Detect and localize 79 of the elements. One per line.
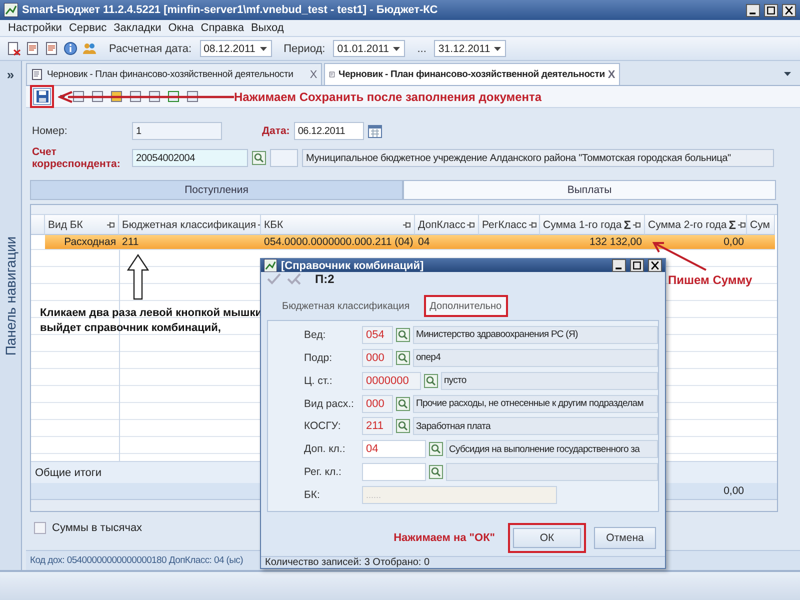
menu-item[interactable]: Справка	[200, 22, 244, 34]
document-tab[interactable]: Черновик - План финансово-хозяйственной деятельности X	[324, 63, 620, 85]
description-field: Министерство здравоохранения РС (Я)	[413, 326, 658, 344]
field-label: Подр:	[303, 352, 334, 364]
menu-item[interactable]: Закладки	[114, 22, 162, 34]
menu-item[interactable]: Сервис	[68, 22, 107, 34]
description-field: Прочие расходы, не отнесенные к другим подразделам	[413, 394, 658, 413]
column-header[interactable]: Вид БК	[45, 215, 119, 235]
number-label: Номер:	[32, 125, 68, 137]
field-label: Рег. кл.:	[303, 466, 342, 478]
column-header[interactable]: Сум	[747, 215, 775, 235]
code-field: ......	[362, 486, 557, 504]
description-field: Заработная плата	[413, 417, 658, 436]
field-label: Вед:	[303, 328, 327, 341]
period-separator: ...	[417, 42, 426, 54]
period-start-field[interactable]: 01.01.2011	[333, 40, 406, 57]
instruction-text: Кликаем два раза левой кнопкой мышки выйдет справочник комбинаций,	[40, 306, 263, 336]
dialog-tab[interactable]: Дополнительно	[424, 295, 508, 317]
expand-button[interactable]: »	[6, 67, 14, 82]
section-tab[interactable]: Поступления	[30, 180, 403, 200]
column-header[interactable]: Бюджетная классификация	[119, 215, 261, 235]
menu-item[interactable]: Настройки	[8, 22, 62, 34]
table-cell: 132 132,00	[540, 235, 645, 250]
table-cell: 0,00	[645, 235, 747, 250]
document-tab[interactable]: Черновик - План финансово-хозяйственной деятельности X	[26, 63, 322, 85]
column-header[interactable]: Сумма 1-го года Σ	[540, 215, 645, 235]
code-field[interactable]: 0000000	[362, 372, 421, 390]
table-cell: 04	[415, 235, 479, 250]
period-label: Период:	[284, 42, 326, 54]
description-field: опер4	[413, 348, 658, 367]
instruction-text: Нажимаем на "ОК"	[394, 532, 495, 544]
record-number: П:2	[315, 272, 334, 286]
description-field: пусто	[441, 372, 658, 390]
date-label: Дата:	[262, 125, 290, 137]
section-tab[interactable]: Выплаты	[403, 180, 776, 200]
column-header[interactable]: Сумма 2-го года Σ	[645, 215, 747, 235]
grid-row[interactable]: Расходная 211 054.0000.0000000.000.211 (04) 04 132 132,00 0,00	[31, 235, 777, 250]
field-label: КОСГУ:	[303, 420, 342, 432]
field-label: Доп. кл.:	[303, 443, 346, 456]
close-tab-button[interactable]: X	[310, 68, 317, 80]
calc-date-label: Расчетная дата:	[109, 42, 192, 54]
status-text: Код дох: 05400000000000000180 ДопКласс: 04 (ыс)	[30, 555, 243, 566]
column-header[interactable]: ДопКласс	[415, 215, 479, 235]
dialog-tab[interactable]: Бюджетная классификация	[276, 295, 416, 317]
field-label: БК:	[303, 489, 321, 502]
dialog-title: [Справочник комбинаций]	[281, 260, 425, 272]
period-end-field[interactable]: 31.12.2011	[434, 40, 506, 57]
field-label: Вид расх.:	[303, 398, 355, 410]
checkbox-label: Суммы в тысячах	[52, 522, 142, 534]
instruction-text: Нажимаем Сохранить после заполнения документа	[234, 90, 542, 104]
code-field[interactable]: 000	[362, 348, 393, 367]
date-field[interactable]: 06.12.2011	[294, 122, 364, 140]
column-header[interactable]: КБК	[261, 215, 415, 235]
calc-date-field[interactable]: 08.12.2011	[200, 40, 272, 57]
total-value: 0,00	[724, 485, 744, 497]
window-title: Smart-Бюджет 11.2.4.5221 [minfin-server1\mf.vnebud_test - test1] - Бюджет-КС	[22, 4, 439, 16]
totals-label: Общие итоги	[35, 466, 102, 478]
menu-item[interactable]: Окна	[168, 22, 194, 34]
account-label: Счет корреспондента:	[32, 146, 122, 170]
code-field[interactable]: 04	[362, 440, 426, 458]
cancel-button[interactable]: Отмена	[594, 527, 656, 549]
description-field: Субсидия на выполнение государственного за	[446, 440, 658, 458]
status-text: Количество записей: 3 Отобрано: 0	[265, 557, 430, 568]
instruction-text: Пишем Сумму	[668, 273, 752, 287]
table-cell: 054.0000.0000000.000.211 (04)	[261, 235, 415, 250]
account-field[interactable]: 20054002004	[132, 149, 248, 167]
table-cell: Расходная	[45, 235, 119, 250]
organization-field: Муниципальное бюджетное учреждение Алданского района "Томмотская городская больница"	[302, 149, 774, 167]
number-field[interactable]: 1	[132, 122, 222, 140]
field-label: Ц. ст.:	[303, 374, 334, 387]
code-field[interactable]: 211	[362, 417, 393, 436]
code-field[interactable]: 054	[362, 326, 393, 344]
column-header[interactable]: РегКласс	[479, 215, 540, 235]
menu-item[interactable]: Выход	[250, 22, 284, 34]
table-cell: 211	[119, 235, 261, 250]
code-field[interactable]: 000	[362, 394, 393, 413]
ok-button[interactable]: ОК	[508, 523, 586, 553]
navigation-panel-title[interactable]: Панель навигации	[2, 236, 18, 356]
close-tab-button[interactable]: X	[608, 68, 615, 80]
